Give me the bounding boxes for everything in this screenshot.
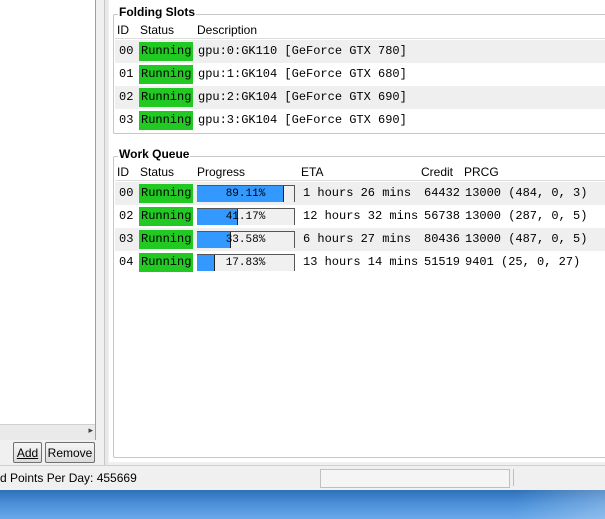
scroll-right-icon[interactable]: ▸ bbox=[88, 426, 93, 436]
queue-eta: 1 hours 26 mins bbox=[303, 186, 412, 200]
slot-description: gpu:3:GK104 [GeForce GTX 690] bbox=[198, 113, 407, 127]
queue-row[interactable]: 02 Running 41.17% 12 hours 32 mins 56738 1300… bbox=[115, 205, 605, 228]
progress-bar: 17.83% bbox=[197, 254, 295, 271]
queue-credit: 51519 bbox=[424, 255, 461, 269]
queue-eta: 6 hours 27 mins bbox=[303, 232, 412, 246]
add-button-label: Add bbox=[16, 446, 39, 460]
progress-text: 17.83% bbox=[225, 257, 266, 269]
work-queue-group: ID Status Progress ETA Credit PRCG 00 Run… bbox=[113, 147, 605, 458]
queue-row[interactable]: 03 Running 33.58% 6 hours 27 mins 80436 13000… bbox=[115, 228, 605, 251]
header-eta[interactable]: ETA bbox=[301, 165, 323, 179]
header-credit[interactable]: Credit bbox=[421, 165, 453, 179]
header-progress[interactable]: Progress bbox=[197, 165, 245, 179]
group-border: ID Status Progress ETA Credit PRCG 00 Run… bbox=[113, 156, 605, 458]
header-id[interactable]: ID bbox=[117, 165, 129, 179]
status-field bbox=[513, 469, 605, 486]
taskbar[interactable] bbox=[0, 490, 605, 519]
queue-row[interactable]: 04 Running 17.83% 13 hours 14 mins 51519 9401… bbox=[115, 251, 605, 274]
slot-row[interactable]: 00 Running gpu:0:GK110 [GeForce GTX 780] bbox=[115, 40, 605, 63]
queue-prcg: 13000 (487, 0, 5) bbox=[465, 232, 588, 246]
folding-slots-group: ID Status Description 00 Running gpu:0:GK1… bbox=[113, 5, 605, 134]
status-badge: Running bbox=[139, 184, 194, 203]
queue-id: 04 bbox=[119, 255, 134, 269]
queue-id: 02 bbox=[119, 209, 134, 223]
queue-prcg: 13000 (484, 0, 3) bbox=[465, 186, 588, 200]
queue-eta: 13 hours 14 mins bbox=[303, 255, 419, 269]
queue-credit: 80436 bbox=[424, 232, 461, 246]
status-badge: Running bbox=[139, 88, 194, 107]
progress-bar: 89.11% bbox=[197, 185, 295, 202]
slot-row[interactable]: 01 Running gpu:1:GK104 [GeForce GTX 680] bbox=[115, 63, 605, 86]
header-prcg[interactable]: PRCG bbox=[464, 165, 499, 179]
progress-text: 89.11% bbox=[225, 188, 266, 200]
slot-id: 02 bbox=[119, 90, 134, 104]
header-status[interactable]: Status bbox=[140, 23, 174, 37]
folding-slots-title: Folding Slots bbox=[118, 5, 196, 19]
header-status[interactable]: Status bbox=[140, 165, 174, 179]
status-badge: Running bbox=[139, 207, 194, 226]
status-badge: Running bbox=[139, 42, 194, 61]
progress-text: 33.58% bbox=[225, 234, 266, 246]
slot-row[interactable]: 02 Running gpu:2:GK104 [GeForce GTX 690] bbox=[115, 86, 605, 109]
status-field bbox=[320, 469, 510, 488]
slot-id: 03 bbox=[119, 113, 134, 127]
points-per-day: d Points Per Day: 455669 bbox=[0, 471, 137, 485]
horizontal-scrollbar[interactable]: ▸ bbox=[0, 424, 95, 440]
status-badge: Running bbox=[139, 253, 194, 272]
queue-eta: 12 hours 32 mins bbox=[303, 209, 419, 223]
queue-header: ID Status Progress ETA Credit PRCG bbox=[115, 163, 605, 181]
queue-prcg: 13000 (287, 0, 5) bbox=[465, 209, 588, 223]
header-id[interactable]: ID bbox=[117, 23, 129, 37]
queue-prcg: 9401 (25, 0, 27) bbox=[465, 255, 581, 269]
add-button[interactable]: Add bbox=[13, 442, 42, 463]
group-border: ID Status Description 00 Running gpu:0:GK1… bbox=[113, 14, 605, 134]
slot-description: gpu:1:GK104 [GeForce GTX 680] bbox=[198, 67, 407, 81]
status-bar: d Points Per Day: 455669 bbox=[0, 465, 605, 490]
slot-description: gpu:0:GK110 [GeForce GTX 780] bbox=[198, 44, 407, 58]
slots-header: ID Status Description bbox=[115, 21, 605, 39]
queue-id: 00 bbox=[119, 186, 134, 200]
slot-list-panel[interactable] bbox=[0, 0, 96, 440]
status-badge: Running bbox=[139, 111, 194, 130]
header-description[interactable]: Description bbox=[197, 23, 257, 37]
remove-button[interactable]: Remove bbox=[45, 442, 95, 463]
splitter[interactable] bbox=[104, 0, 108, 465]
slot-id: 01 bbox=[119, 67, 134, 81]
progress-bar: 41.17% bbox=[197, 208, 295, 225]
slot-row[interactable]: 03 Running gpu:3:GK104 [GeForce GTX 690] bbox=[115, 109, 605, 132]
queue-credit: 64432 bbox=[424, 186, 461, 200]
queue-id: 03 bbox=[119, 232, 134, 246]
slot-description: gpu:2:GK104 [GeForce GTX 690] bbox=[198, 90, 407, 104]
work-queue-title: Work Queue bbox=[118, 147, 191, 161]
status-badge: Running bbox=[139, 230, 194, 249]
queue-credit: 56738 bbox=[424, 209, 461, 223]
slot-id: 00 bbox=[119, 44, 134, 58]
taskbar-edge bbox=[515, 490, 605, 519]
queue-row[interactable]: 00 Running 89.11% 1 hours 26 mins 64432 13000… bbox=[115, 182, 605, 205]
progress-bar: 33.58% bbox=[197, 231, 295, 248]
main-panel: ID Status Description 00 Running gpu:0:GK1… bbox=[109, 0, 605, 462]
progress-text: 41.17% bbox=[225, 211, 266, 223]
status-badge: Running bbox=[139, 65, 194, 84]
